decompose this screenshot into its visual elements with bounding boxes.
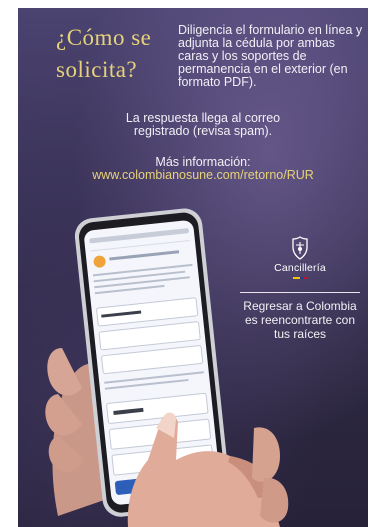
flag-bar: [293, 277, 307, 279]
intro-text: Diligencia el formulario en línea y adju…: [178, 23, 363, 89]
tagline: Regresar a Colombia es reencontrarte con…: [243, 299, 357, 341]
headline-line-2: solicita?: [56, 57, 138, 82]
more-info: Más información: www.colombianosune.com/…: [78, 156, 328, 182]
more-info-label: Más información:: [155, 155, 251, 169]
coat-of-arms-icon: [292, 236, 308, 260]
more-info-link[interactable]: www.colombianosune.com/retorno/RUR: [78, 169, 328, 182]
divider: [240, 292, 360, 293]
brand-name: Cancillería: [274, 262, 326, 274]
headline-line-1: ¿Cómo se: [56, 25, 152, 50]
response-text: La respuesta llega al correo registrado …: [125, 111, 281, 138]
headline: ¿Cómo se solicita?: [56, 22, 196, 86]
cancilleria-brand: Cancillería: [240, 236, 360, 279]
poster: ¿Cómo se solicita? Diligencia el formula…: [18, 8, 368, 527]
